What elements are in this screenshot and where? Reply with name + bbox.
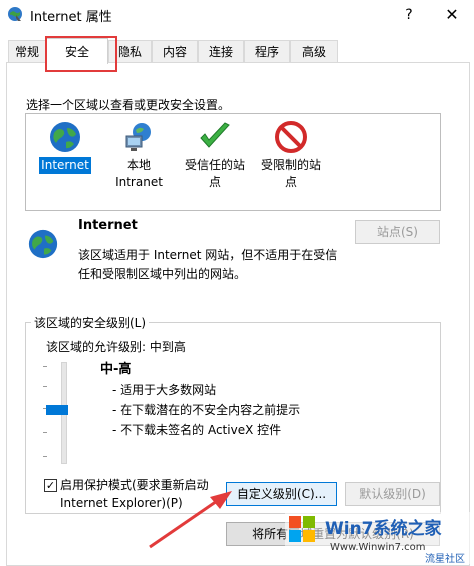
- zone-label: 点: [284, 175, 297, 189]
- help-button[interactable]: ?: [397, 4, 421, 26]
- sites-button[interactable]: 站点(S): [355, 220, 440, 244]
- slider-tick: [43, 386, 47, 387]
- window-title: Internet 属性: [30, 10, 112, 25]
- zone-description: 该区域适用于 Internet 网站，但不适用于在受信任和受限制区域中列出的网站…: [78, 248, 338, 281]
- watermark-caption: 流星社区: [425, 552, 465, 564]
- restricted-icon: [275, 121, 307, 153]
- zone-label: 本地: [126, 158, 151, 172]
- zone-label: Internet: [39, 157, 91, 174]
- title-bar: Internet 属性 ? ✕: [0, 0, 474, 30]
- tab-general[interactable]: 常规: [8, 40, 46, 63]
- allowed-level-label: 该区域的允许级别: 中到高: [46, 340, 186, 354]
- network-icon: [125, 123, 151, 151]
- level-bullet: - 不下载未签名的 ActiveX 控件: [112, 423, 282, 437]
- zone-label: Intranet: [115, 175, 163, 189]
- tab-programs[interactable]: 程序: [244, 40, 290, 63]
- close-button[interactable]: ✕: [438, 4, 466, 26]
- zone-local-intranet[interactable]: 本地 Intranet: [98, 120, 180, 191]
- internet-options-icon: [8, 7, 22, 21]
- zone-restricted-sites[interactable]: 受限制的站 点: [250, 120, 332, 191]
- slider-tick: [43, 456, 47, 457]
- watermark-logo: Win7系统之家 Www.Winwin7.com 流星社区: [285, 512, 474, 564]
- globe-icon: [28, 229, 58, 259]
- tab-connections[interactable]: 连接: [198, 40, 244, 63]
- tab-advanced[interactable]: 高级: [290, 40, 338, 63]
- slider-thumb[interactable]: [46, 405, 68, 415]
- default-level-button[interactable]: 默认级别(D): [345, 482, 440, 506]
- zone-label: 点: [208, 175, 221, 189]
- check-icon: [200, 122, 230, 148]
- level-bullet: - 在下载潜在的不安全内容之前提示: [112, 403, 301, 417]
- level-bullet: - 适用于大多数网站: [112, 383, 217, 397]
- zone-list: Internet 本地 Intranet 受信任的站 点 受限制的站 点: [25, 113, 441, 211]
- slider-tick: [43, 432, 47, 433]
- annotation-arrow-icon: [149, 491, 232, 549]
- globe-icon: [50, 122, 80, 152]
- level-name: 中-高: [100, 362, 132, 377]
- zone-instruction: 选择一个区域以查看或更改安全设置。: [26, 98, 231, 112]
- watermark-url: Www.Winwin7.com: [330, 542, 425, 553]
- highlight-box: [45, 36, 117, 72]
- slider-tick: [43, 366, 47, 367]
- zone-label: 受信任的站: [184, 158, 245, 172]
- group-label: 该区域的安全级别(L): [31, 314, 150, 331]
- zone-internet[interactable]: Internet: [24, 120, 106, 174]
- watermark-brand: Win7系统之家: [325, 518, 442, 539]
- custom-level-button[interactable]: 自定义级别(C)...: [226, 482, 337, 506]
- tab-content[interactable]: 内容: [152, 40, 198, 63]
- level-description: - 适用于大多数网站 - 在下载潜在的不安全内容之前提示 - 不下载未签名的 A…: [112, 380, 300, 440]
- zone-trusted-sites[interactable]: 受信任的站 点: [174, 120, 256, 191]
- zone-label: 受限制的站: [260, 158, 321, 172]
- zone-title: Internet: [78, 218, 138, 233]
- protected-mode-checkbox[interactable]: ✓: [44, 479, 57, 492]
